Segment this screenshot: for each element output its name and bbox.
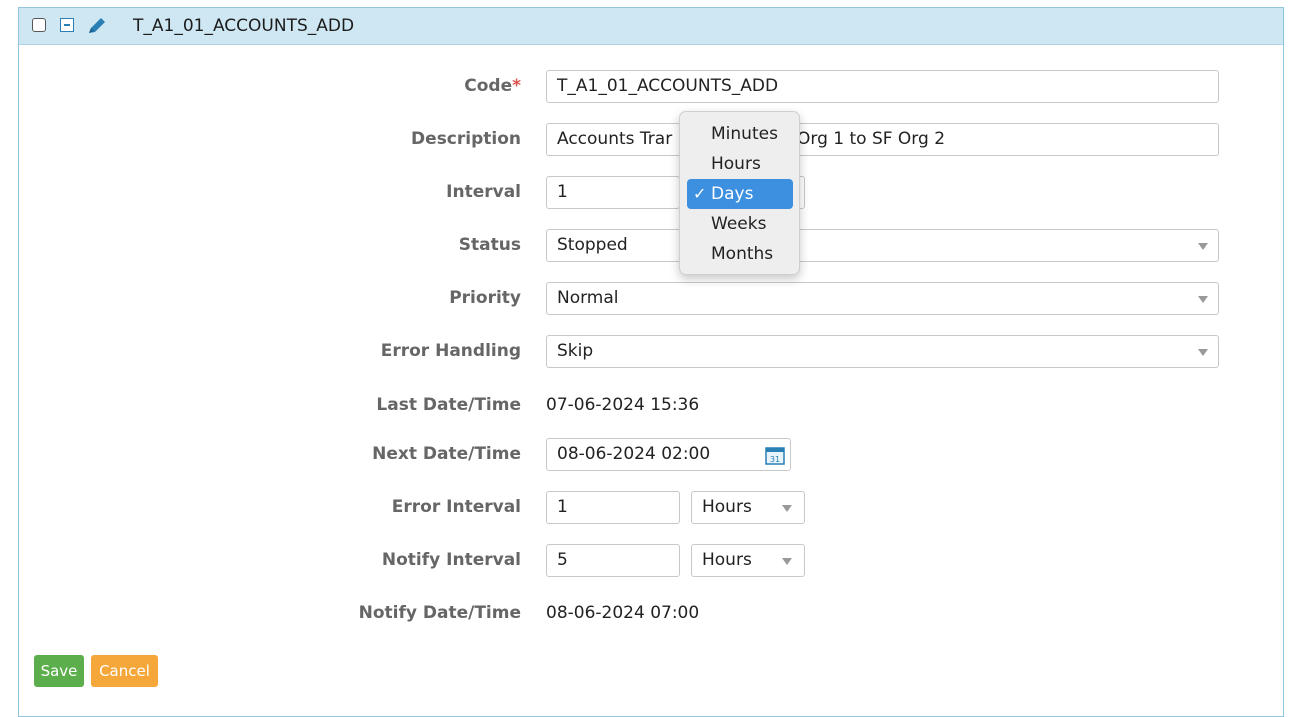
code-input[interactable]: T_A1_01_ACCOUNTS_ADD: [546, 70, 1219, 103]
chevron-down-icon: [1198, 243, 1208, 250]
chevron-down-icon: [782, 558, 792, 565]
dropdown-option-days[interactable]: ✓ Days: [687, 179, 793, 209]
save-button[interactable]: Save: [34, 655, 84, 687]
interval-input[interactable]: 1: [546, 176, 680, 209]
last-datetime-label: Last Date/Time: [376, 395, 521, 415]
chevron-down-icon: [782, 505, 792, 512]
calendar-day: 31: [770, 455, 780, 464]
notify-interval-input[interactable]: 5: [546, 544, 680, 577]
description-input[interactable]: Accounts Trar Org 1 to SF Org 2: [546, 123, 1219, 156]
next-datetime-label: Next Date/Time: [372, 444, 521, 464]
error-handling-select[interactable]: Skip: [546, 335, 1219, 368]
dropdown-option-hours[interactable]: Hours: [687, 149, 793, 179]
panel-title: T_A1_01_ACCOUNTS_ADD: [133, 16, 355, 36]
calendar-icon: 31: [765, 447, 785, 465]
error-interval-unit-select[interactable]: Hours: [691, 491, 805, 524]
interval-unit-dropdown-menu: Minutes Hours ✓ Days Weeks Months: [679, 111, 800, 275]
status-select[interactable]: Stopped: [546, 229, 1219, 262]
required-mark: *: [512, 76, 521, 96]
description-value-left: Accounts Trar: [557, 129, 673, 149]
notify-interval-unit-value: Hours: [702, 550, 752, 570]
description-label: Description: [411, 129, 521, 149]
error-handling-label: Error Handling: [380, 341, 521, 361]
chevron-down-icon: [1198, 296, 1208, 303]
notify-interval-label: Notify Interval: [381, 550, 521, 570]
cancel-button[interactable]: Cancel: [91, 655, 158, 687]
dropdown-option-weeks[interactable]: Weeks: [687, 209, 793, 239]
dropdown-option-minutes[interactable]: Minutes: [687, 119, 793, 149]
priority-label: Priority: [449, 288, 521, 308]
priority-select[interactable]: Normal: [546, 282, 1219, 315]
status-value: Stopped: [557, 235, 628, 255]
error-interval-unit-value: Hours: [702, 497, 752, 517]
checkmark-icon: ✓: [693, 184, 707, 203]
select-checkbox[interactable]: [32, 18, 46, 32]
pencil-icon[interactable]: [85, 15, 109, 37]
notify-datetime-value: 08-06-2024 07:00: [546, 603, 700, 623]
status-label: Status: [458, 235, 521, 255]
error-interval-input[interactable]: 1: [546, 491, 680, 524]
error-interval-label: Error Interval: [391, 497, 521, 517]
notify-datetime-label: Notify Date/Time: [358, 603, 521, 623]
calendar-button[interactable]: 31: [760, 438, 791, 471]
panel-header: T_A1_01_ACCOUNTS_ADD: [19, 8, 1283, 45]
chevron-down-icon: [1198, 349, 1208, 356]
notify-interval-unit-select[interactable]: Hours: [691, 544, 805, 577]
dropdown-option-months[interactable]: Months: [687, 239, 793, 269]
next-datetime-input[interactable]: 08-06-2024 02:00: [546, 438, 761, 471]
collapse-icon[interactable]: [60, 18, 74, 32]
code-label: Code*: [464, 76, 521, 96]
error-handling-value: Skip: [557, 341, 594, 361]
last-datetime-value: 07-06-2024 15:36: [546, 395, 700, 415]
interval-label: Interval: [446, 182, 521, 202]
dropdown-option-days-label: Days: [711, 184, 754, 204]
priority-value: Normal: [557, 288, 619, 308]
description-value-right: Org 1 to SF Org 2: [797, 129, 946, 149]
